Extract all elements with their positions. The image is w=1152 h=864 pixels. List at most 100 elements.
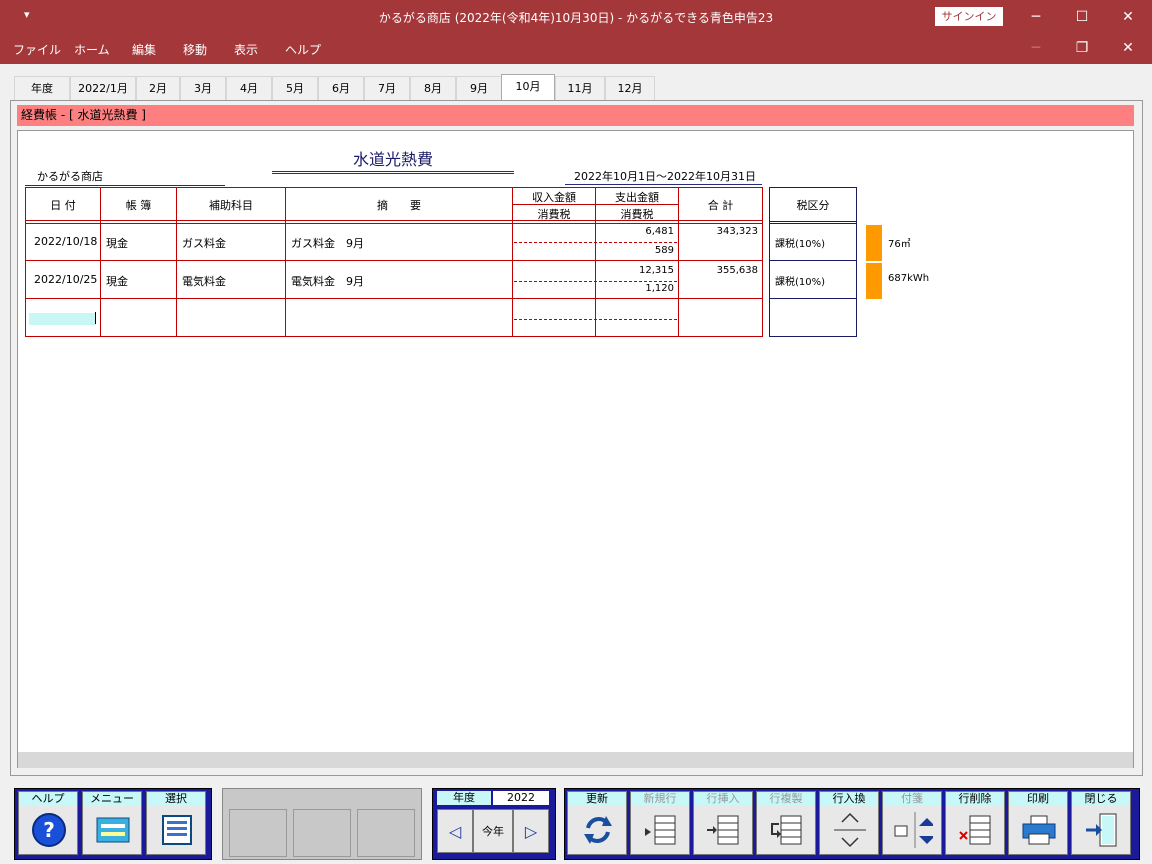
row1-total: 343,323 [716,226,758,237]
sheet-footer-bar [18,752,1133,768]
ledger-period: 2022年10月1日～2022年10月31日 [565,168,762,185]
tab-4[interactable]: 4月 [226,76,272,100]
delete-row-button[interactable]: 行削除 [945,791,1005,855]
toolbar-group-empty [222,788,422,860]
row1-expense[interactable]: 6,481 [596,226,674,237]
ledger-header-strip: 経費帳 - [ 水道光熱費 ] [17,105,1134,126]
col-date: 日 付 [50,199,76,212]
signin-button[interactable]: サインイン [935,7,1003,26]
new-row-button[interactable]: 新規行 [630,791,690,855]
tab-6[interactable]: 6月 [318,76,364,100]
row2-tax-category[interactable]: 課税(10%) [775,273,825,288]
this-year-button[interactable]: 今年 [473,809,513,853]
swap-row-label: 行入換 [820,792,878,806]
swap-row-icon [834,812,866,848]
doc-restore-button[interactable]: ❐ [1070,37,1094,59]
doc-minimize-button: ─ [1031,40,1041,56]
title-bar: ▾ かるがる商店 (2022年(令和4年)10月30日) - かるがるできる青色… [0,0,1152,34]
menu-label: メニュー [83,792,141,806]
prev-year-button[interactable]: ◁ [437,809,473,853]
update-button[interactable]: 更新 [567,791,627,855]
row2-sub-account[interactable]: 電気料金 [182,273,226,289]
row1-book[interactable]: 現金 [106,235,128,251]
ledger-title: 水道光熱費 [272,146,514,174]
tab-10[interactable]: 10月 [501,74,555,100]
select-label: 選択 [147,792,205,806]
empty-slot-1 [229,809,287,857]
col-expense-tax: 消費税 [620,208,654,221]
close-label: 閉じる [1072,792,1130,806]
menu-button[interactable]: メニュー [82,791,142,855]
minimize-button[interactable]: ─ [1024,6,1048,28]
tab-12[interactable]: 12月 [605,76,655,100]
insert-row-button[interactable]: 行挿入 [693,791,753,855]
tax-grid-h1b [769,223,857,224]
tab-2022-1[interactable]: 2022/1月 [70,76,136,100]
toolbar-group-year: 年度 2022 ◁ 今年 ▷ [432,788,556,860]
update-label: 更新 [568,792,626,806]
row2-sticky-marker[interactable] [866,263,882,299]
row2-expense-tax[interactable]: 1,120 [596,283,674,294]
new-row-date-input[interactable] [29,313,96,325]
delete-row-icon [959,815,991,845]
row1-tax-category[interactable]: 課税(10%) [775,235,825,250]
maximize-button[interactable]: ☐ [1070,6,1094,28]
menu-move[interactable]: 移動 [183,41,207,58]
copy-row-button[interactable]: 行複製 [756,791,816,855]
row2-total: 355,638 [716,265,758,276]
sticky-note-icon [894,812,933,848]
row1-expense-tax[interactable]: 589 [596,245,674,256]
close-window-button[interactable]: 閉じる [1071,791,1131,855]
row1-sub-account[interactable]: ガス料金 [182,235,226,251]
grid-row3-bottom [25,336,763,337]
print-button[interactable]: 印刷 [1008,791,1068,855]
refresh-icon [584,816,612,844]
row2-description[interactable]: 電気料金 9月 [291,273,364,289]
menu-view[interactable]: 表示 [234,41,258,58]
tab-8[interactable]: 8月 [410,76,456,100]
tab-5[interactable]: 5月 [272,76,318,100]
menu-file[interactable]: ファイル [13,41,61,58]
tab-9[interactable]: 9月 [456,76,502,100]
insert-row-icon [707,815,739,845]
doc-close-button[interactable]: ✕ [1116,37,1140,59]
tax-grid-right [856,187,857,337]
row1-sticky-marker[interactable] [866,225,882,261]
menu-home[interactable]: ホーム [74,41,110,58]
col-tax-category: 税区分 [796,199,830,212]
menu-edit[interactable]: 編集 [132,41,156,58]
sticky-button[interactable]: 付箋 [882,791,942,855]
row1-date[interactable]: 2022/10/18 [34,235,97,248]
col-description: 摘 要 [377,199,421,212]
delete-row-label: 行削除 [946,792,1004,806]
list-select-icon [162,815,192,845]
year-label: 年度 [437,791,491,805]
year-value: 2022 [493,791,549,805]
empty-slot-3 [357,809,415,857]
row2-book[interactable]: 現金 [106,273,128,289]
printer-icon [1022,815,1056,845]
select-button[interactable]: 選択 [146,791,206,855]
tab-7[interactable]: 7月 [364,76,410,100]
menu-help[interactable]: ヘルプ [285,41,321,58]
tab-3[interactable]: 3月 [180,76,226,100]
close-button[interactable]: ✕ [1116,6,1140,28]
tab-11[interactable]: 11月 [555,76,605,100]
col-income-tax: 消費税 [537,208,571,221]
row2-expense[interactable]: 12,315 [596,265,674,276]
help-button[interactable]: ヘルプ ? [18,791,78,855]
help-label: ヘルプ [19,792,77,806]
tab-2[interactable]: 2月 [136,76,180,100]
tab-year[interactable]: 年度 [14,76,70,100]
row1-description[interactable]: ガス料金 9月 [291,235,364,251]
copy-row-icon [771,815,802,845]
col-income: 収入金額 [532,191,576,204]
new-row-icon [645,815,676,845]
row2-date[interactable]: 2022/10/25 [34,273,97,286]
new-row-label: 新規行 [631,792,689,806]
insert-row-label: 行挿入 [694,792,752,806]
next-year-button[interactable]: ▷ [513,809,549,853]
row3-amount-divider [514,319,677,320]
swap-row-button[interactable]: 行入換 [819,791,879,855]
tax-grid-h2 [769,260,857,261]
